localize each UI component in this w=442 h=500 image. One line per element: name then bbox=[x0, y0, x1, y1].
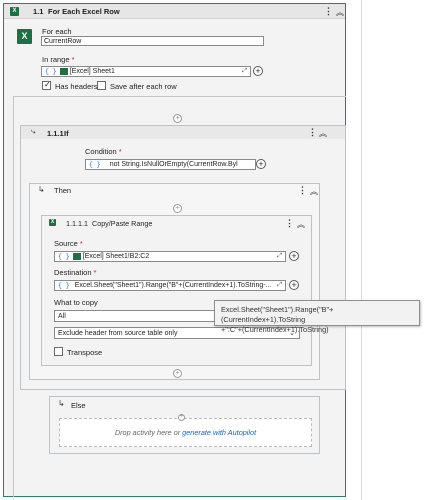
in-range-field[interactable]: { } [Excel] Sheet1 ⤢ bbox=[41, 66, 251, 77]
transpose-label: Transpose bbox=[67, 348, 103, 357]
expand-icon[interactable]: ⤢ bbox=[242, 68, 247, 75]
expand-icon[interactable]: ⤢ bbox=[277, 253, 282, 260]
else-header[interactable]: ↳ Else bbox=[50, 397, 319, 411]
add-condition-button[interactable]: + bbox=[256, 159, 266, 169]
destination-field[interactable]: { } Excel.Sheet("Sheet1").Range("B"+(Cur… bbox=[54, 280, 286, 291]
excel-mini-icon bbox=[72, 253, 81, 260]
excel-activity-icon: X bbox=[17, 29, 32, 44]
else-icon: ↳ bbox=[58, 399, 65, 408]
collapse-chevron-icon[interactable]: ︽ bbox=[336, 7, 344, 18]
insert-activity-icon[interactable]: + bbox=[173, 204, 182, 213]
destination-tooltip: Excel.Sheet("Sheet1").Range("B"+(Current… bbox=[214, 300, 420, 334]
destination-label: Destination * bbox=[54, 268, 97, 277]
then-collapse-icon[interactable]: ︽ bbox=[310, 186, 318, 197]
generate-with-autopilot-link[interactable]: generate with Autopilot bbox=[182, 428, 256, 437]
if-header[interactable]: ⤷ 1.1.1 If ⋮ ︽ bbox=[21, 126, 345, 139]
expression-icon: { } bbox=[58, 282, 70, 289]
add-drop-icon[interactable]: + bbox=[178, 414, 185, 421]
for-each-title: For Each Excel Row bbox=[48, 7, 120, 16]
expression-icon: { } bbox=[45, 68, 57, 75]
copy-paste-title: Copy/Paste Range bbox=[92, 219, 153, 228]
copy-paste-header[interactable]: X 1.1.1.1 Copy/Paste Range ⋮ ︽ bbox=[42, 216, 311, 229]
source-field[interactable]: { } [Excel] Sheet1!B2:C2 ⤢ bbox=[54, 251, 286, 262]
if-collapse-icon[interactable]: ︽ bbox=[319, 128, 327, 139]
else-title: Else bbox=[71, 401, 86, 410]
save-after-each-row-label: Save after each row bbox=[110, 82, 177, 91]
insert-activity-icon[interactable]: + bbox=[173, 114, 182, 123]
if-more-options-icon[interactable]: ⋮ bbox=[308, 128, 317, 137]
designer-canvas: X 1.1 For Each Excel Row ⋮ ︽ X For each … bbox=[0, 0, 442, 500]
add-source-button[interactable]: + bbox=[289, 251, 299, 261]
then-more-options-icon[interactable]: ⋮ bbox=[298, 186, 307, 195]
condition-field[interactable]: { } not String.IsNullOrEmpty(CurrentRow.… bbox=[85, 159, 256, 170]
more-options-icon[interactable]: ⋮ bbox=[324, 7, 333, 16]
then-icon: ↳ bbox=[38, 185, 45, 194]
excel-icon: X bbox=[49, 219, 56, 226]
source-label: Source * bbox=[54, 239, 83, 248]
for-each-variable-input[interactable]: CurrentRow bbox=[41, 36, 264, 46]
for-each-number: 1.1 bbox=[33, 7, 44, 16]
for-each-header[interactable]: X 1.1 For Each Excel Row ⋮ ︽ bbox=[4, 4, 345, 19]
expand-icon[interactable]: ⤢ bbox=[277, 282, 282, 289]
what-to-copy-label: What to copy bbox=[54, 298, 98, 307]
if-number: 1.1.1 bbox=[47, 129, 64, 138]
add-in-range-button[interactable]: + bbox=[253, 66, 263, 76]
in-range-label: In range * bbox=[42, 55, 75, 64]
transpose-checkbox[interactable] bbox=[54, 347, 63, 356]
expression-icon: { } bbox=[89, 161, 101, 168]
copy-paste-collapse-icon[interactable]: ︽ bbox=[297, 219, 305, 230]
copy-paste-number: 1.1.1.1 bbox=[66, 219, 88, 228]
save-after-each-row-checkbox[interactable] bbox=[97, 81, 106, 90]
add-destination-button[interactable]: + bbox=[289, 280, 299, 290]
for-each-label: For each bbox=[42, 27, 72, 36]
if-icon: ⤷ bbox=[31, 127, 36, 136]
copy-paste-more-options-icon[interactable]: ⋮ bbox=[285, 219, 294, 228]
insert-activity-icon[interactable]: + bbox=[173, 369, 182, 378]
condition-label: Condition * bbox=[85, 147, 122, 156]
has-headers-checkbox[interactable]: ✓ bbox=[42, 80, 51, 90]
excel-icon: X bbox=[10, 7, 19, 16]
has-headers-label: Has headers bbox=[55, 82, 98, 91]
then-title: Then bbox=[54, 186, 72, 195]
else-drop-zone[interactable]: Drop activity here or generate with Auto… bbox=[59, 418, 312, 447]
excel-mini-icon bbox=[59, 68, 68, 75]
if-title: If bbox=[64, 129, 69, 138]
right-panel bbox=[361, 0, 442, 500]
expression-icon: { } bbox=[58, 253, 70, 260]
then-header[interactable]: ↳ Then ⋮ ︽ bbox=[30, 184, 319, 196]
